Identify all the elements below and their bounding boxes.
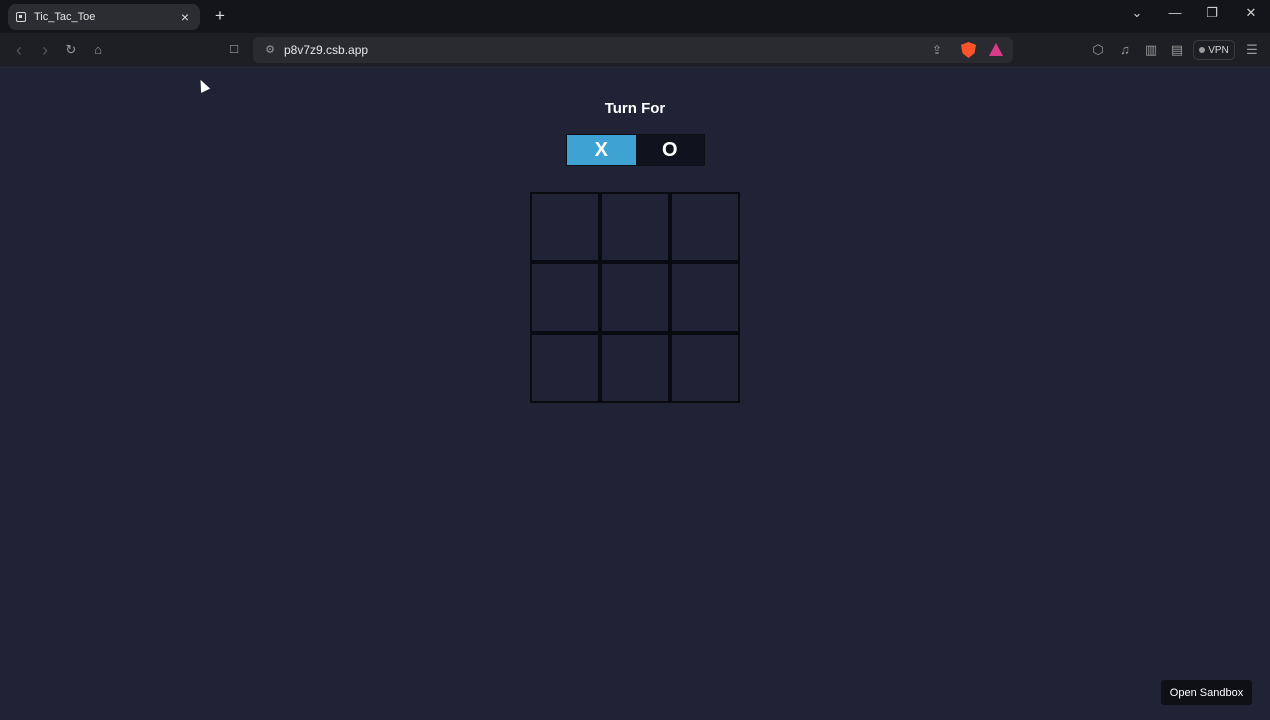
board-cell-4[interactable] xyxy=(531,263,599,332)
board-cell-3[interactable] xyxy=(671,193,739,262)
board-cell-8[interactable] xyxy=(601,333,669,402)
forward-icon[interactable]: › xyxy=(36,41,54,59)
restore-button[interactable]: ❐ xyxy=(1199,4,1225,22)
wallet-icon[interactable]: ▤ xyxy=(1168,41,1186,59)
browser-tab[interactable]: Tic_Tac_Toe × xyxy=(8,4,200,30)
turn-option-o[interactable]: O xyxy=(636,135,705,165)
turn-option-x[interactable]: X xyxy=(567,135,636,165)
home-icon[interactable]: ⌂ xyxy=(89,41,107,59)
browser-toolbar: ‹ › ↻ ⌂ ☐ ⚙ p8v7z9.csb.app ⇪ ⬡ ♫ ▥ ▤ VPN… xyxy=(0,33,1270,68)
address-bar[interactable]: ⚙ p8v7z9.csb.app ⇪ xyxy=(253,37,1013,63)
vpn-label: VPN xyxy=(1208,44,1229,56)
turn-indicator: X O xyxy=(566,134,705,166)
back-icon[interactable]: ‹ xyxy=(10,41,28,59)
new-tab-button[interactable]: + xyxy=(211,7,229,25)
site-settings-icon[interactable]: ⚙ xyxy=(261,41,279,59)
sidebar-icon[interactable]: ▥ xyxy=(1142,41,1160,59)
media-icon[interactable]: ♫ xyxy=(1116,41,1134,59)
board-cell-1[interactable] xyxy=(531,193,599,262)
board-cell-6[interactable] xyxy=(671,263,739,332)
open-sandbox-button[interactable]: Open Sandbox xyxy=(1161,680,1252,705)
board-cell-2[interactable] xyxy=(601,193,669,262)
board-cell-9[interactable] xyxy=(671,333,739,402)
board-cell-7[interactable] xyxy=(531,333,599,402)
close-window-button[interactable]: ✕ xyxy=(1238,4,1264,22)
share-icon[interactable]: ⇪ xyxy=(928,41,946,59)
game-board xyxy=(530,192,740,403)
minimize-button[interactable]: — xyxy=(1162,4,1188,22)
brave-rewards-icon[interactable] xyxy=(989,43,1003,56)
mouse-cursor-icon xyxy=(196,77,211,93)
favicon-icon xyxy=(16,12,26,22)
turn-label: Turn For xyxy=(604,100,666,117)
url-text[interactable]: p8v7z9.csb.app xyxy=(284,43,368,57)
reload-icon[interactable]: ↻ xyxy=(62,41,80,59)
bookmark-icon[interactable]: ☐ xyxy=(225,41,243,59)
extensions-icon[interactable]: ⬡ xyxy=(1089,41,1107,59)
tab-title: Tic_Tac_Toe xyxy=(34,11,96,23)
brave-shields-icon[interactable] xyxy=(961,42,976,58)
vpn-button[interactable]: VPN xyxy=(1193,40,1235,60)
tabs-dropdown-button[interactable]: ⌄ xyxy=(1124,4,1150,22)
vpn-status-icon xyxy=(1199,47,1206,53)
menu-icon[interactable]: ☰ xyxy=(1243,41,1261,59)
board-cell-5[interactable] xyxy=(601,263,669,332)
tab-close-button[interactable]: × xyxy=(178,10,192,24)
tab-strip: Tic_Tac_Toe × + ⌄ — ❐ ✕ xyxy=(0,0,1270,33)
